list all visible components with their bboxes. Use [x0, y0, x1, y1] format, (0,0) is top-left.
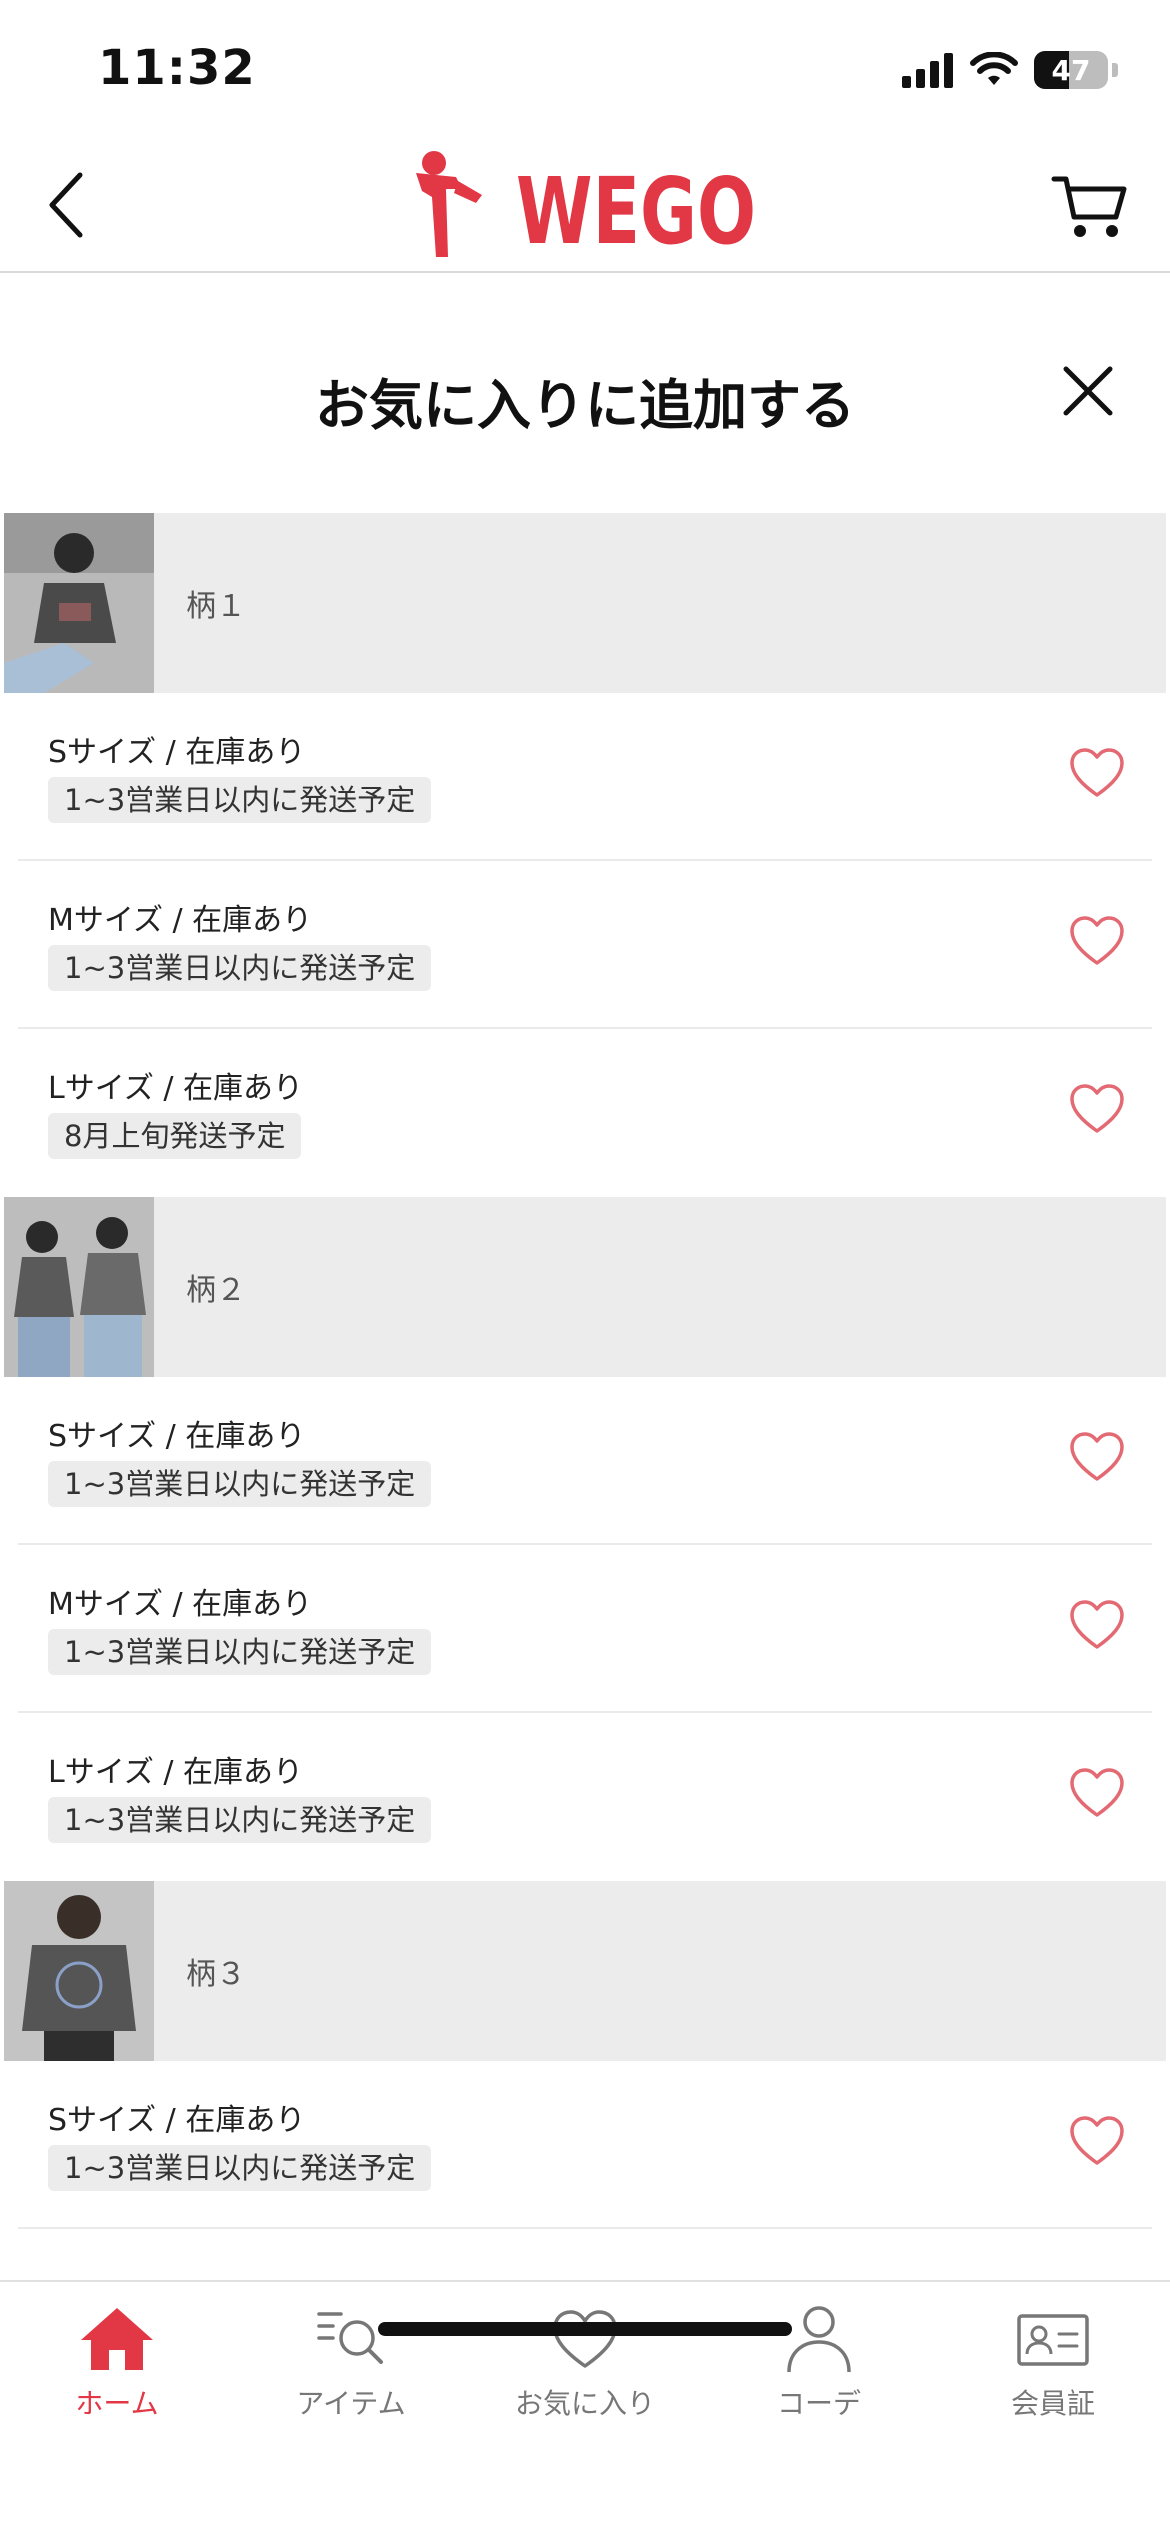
pattern-group-header: 柄３ — [4, 1881, 1166, 2061]
shipping-badge: 1~3営業日以内に発送予定 — [48, 777, 432, 823]
product-thumbnail — [4, 1197, 154, 1377]
tab-label: お気に入り — [514, 2387, 655, 2420]
modal-title: お気に入りに追加する — [315, 374, 855, 437]
product-thumbnail — [4, 513, 154, 693]
add-favorite-button[interactable] — [1068, 745, 1126, 803]
tab-label: 会員証 — [1010, 2387, 1095, 2420]
cart-button[interactable] — [1050, 171, 1130, 241]
size-row: Sサイズ / 在庫あり 1~3営業日以内に発送予定 — [18, 2061, 1152, 2229]
shipping-badge: 1~3営業日以内に発送予定 — [48, 1797, 432, 1843]
tab-label: コーデ — [776, 2387, 861, 2420]
status-bar: 11:32 47 — [0, 0, 1170, 135]
size-stock-text: Lサイズ / 在庫あり — [48, 1071, 303, 1106]
shipping-badge: 8月上旬発送予定 — [48, 1113, 302, 1159]
size-row: Sサイズ / 在庫あり 1~3営業日以内に発送予定 — [18, 693, 1152, 861]
pattern-label: 柄２ — [186, 1273, 246, 1308]
size-row: Lサイズ / 在庫あり 1~3営業日以内に発送予定 — [18, 1713, 1152, 1881]
wifi-icon — [970, 52, 1018, 85]
shipping-badge: 1~3営業日以内に発送予定 — [48, 2145, 432, 2191]
status-icons: 47 — [902, 48, 1118, 92]
shipping-badge: 1~3営業日以内に発送予定 — [48, 1461, 432, 1507]
pattern-group-header: 柄２ — [4, 1197, 1166, 1377]
size-stock-text: Sサイズ / 在庫あり — [48, 2103, 306, 2138]
search-list-icon — [317, 2312, 383, 2364]
size-stock-text: Sサイズ / 在庫あり — [48, 1419, 306, 1454]
battery-icon: 47 — [1034, 51, 1108, 89]
size-row: Mサイズ / 在庫あり 1~3営業日以内に発送予定 — [18, 1545, 1152, 1713]
heart-outline-icon — [1070, 1084, 1124, 1133]
product-thumbnail — [4, 1881, 154, 2061]
heart-outline-icon — [1070, 916, 1124, 965]
heart-outline-icon — [1070, 1432, 1124, 1481]
bottom-tab-bar: ホーム アイテム お気に入り コーデ 会員証 — [0, 2280, 1170, 2532]
tab-member-card[interactable]: 会員証 — [936, 2304, 1170, 2434]
modal-header: お気に入りに追加する — [0, 273, 1170, 513]
pattern-label: 柄３ — [186, 1957, 246, 1992]
add-favorite-button[interactable] — [1068, 913, 1126, 971]
shipping-badge: 1~3営業日以内に発送予定 — [48, 945, 432, 991]
home-indicator — [378, 2322, 792, 2336]
tab-label: ホーム — [75, 2387, 159, 2420]
add-favorite-button[interactable] — [1068, 1429, 1126, 1487]
close-icon — [1063, 366, 1113, 416]
size-stock-text: Mサイズ / 在庫あり — [48, 903, 313, 938]
status-time: 11:32 — [98, 40, 256, 96]
cart-icon — [1051, 176, 1127, 237]
heart-outline-icon — [1070, 2116, 1124, 2165]
nav-header: WEGO — [0, 135, 1170, 273]
wego-logo[interactable]: WEGO — [408, 145, 768, 265]
close-button[interactable] — [1058, 361, 1118, 421]
heart-outline-icon — [1070, 1600, 1124, 1649]
home-icon — [81, 2308, 153, 2370]
pattern-label: 柄１ — [186, 589, 246, 624]
shipping-badge: 1~3営業日以内に発送予定 — [48, 1629, 432, 1675]
size-row: Lサイズ / 在庫あり 8月上旬発送予定 — [18, 1029, 1152, 1197]
size-stock-text: Lサイズ / 在庫あり — [48, 1755, 303, 1790]
tab-label: アイテム — [296, 2387, 406, 2420]
logo-text: WEGO — [516, 158, 756, 263]
heart-icon — [553, 2310, 617, 2368]
size-row: Sサイズ / 在庫あり 1~3営業日以内に発送予定 — [18, 1377, 1152, 1545]
add-favorite-button[interactable] — [1068, 2113, 1126, 2171]
battery-level: 47 — [1051, 53, 1091, 87]
heart-outline-icon — [1070, 748, 1124, 797]
signal-icon — [902, 53, 953, 88]
tab-home[interactable]: ホーム — [0, 2304, 234, 2434]
add-favorite-button[interactable] — [1068, 1765, 1126, 1823]
person-icon — [787, 2306, 851, 2373]
back-button[interactable] — [40, 165, 100, 245]
variant-list: 柄１ Sサイズ / 在庫あり 1~3営業日以内に発送予定 Mサイズ / 在庫あり… — [0, 513, 1170, 2229]
size-row: Mサイズ / 在庫あり 1~3営業日以内に発送予定 — [18, 861, 1152, 1029]
size-stock-text: Mサイズ / 在庫あり — [48, 1587, 313, 1622]
heart-outline-icon — [1070, 1768, 1124, 1817]
add-favorite-button[interactable] — [1068, 1597, 1126, 1655]
size-stock-text: Sサイズ / 在庫あり — [48, 735, 306, 770]
member-card-icon — [1017, 2314, 1089, 2366]
add-favorite-button[interactable] — [1068, 1081, 1126, 1139]
pattern-group-header: 柄１ — [4, 513, 1166, 693]
chevron-left-icon — [49, 172, 83, 238]
logo-figure-icon — [416, 151, 482, 257]
